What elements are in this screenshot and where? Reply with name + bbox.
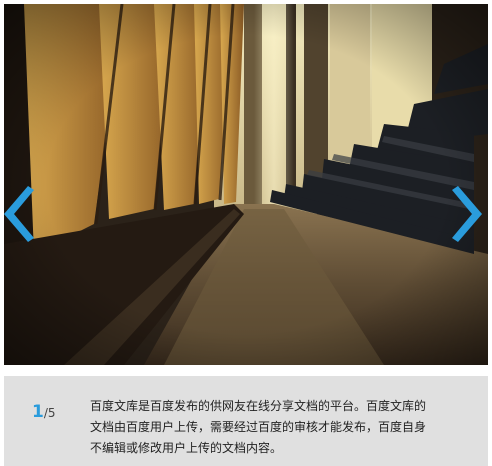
chevron-left-icon [4,186,34,242]
image-slider: 1/5 百度文库是百度发布的供网友在线分享文档的平台。百度文库的 文档由百度用户… [0,0,492,466]
slide-caption-bar: 1/5 百度文库是百度发布的供网友在线分享文档的平台。百度文库的 文档由百度用户… [4,376,488,466]
description-line: 百度文库是百度发布的供网友在线分享文档的平台。百度文库的 [90,399,427,413]
current-slide-number: 1 [32,402,44,422]
chevron-right-icon [452,186,482,242]
slide-description: 百度文库是百度发布的供网友在线分享文档的平台。百度文库的 文档由百度用户上传，需… [90,396,482,459]
description-line: 不编辑或修改用户上传的文档内容。 [90,441,283,455]
slide-counter: 1/5 [32,402,56,422]
total-slide-count: 5 [47,406,56,420]
description-line: 文档由百度用户上传，需要经过百度的审核才能发布，百度自身 [90,420,427,434]
slide-photo [4,4,488,365]
prev-slide-button[interactable] [2,186,34,242]
next-slide-button[interactable] [452,186,484,242]
